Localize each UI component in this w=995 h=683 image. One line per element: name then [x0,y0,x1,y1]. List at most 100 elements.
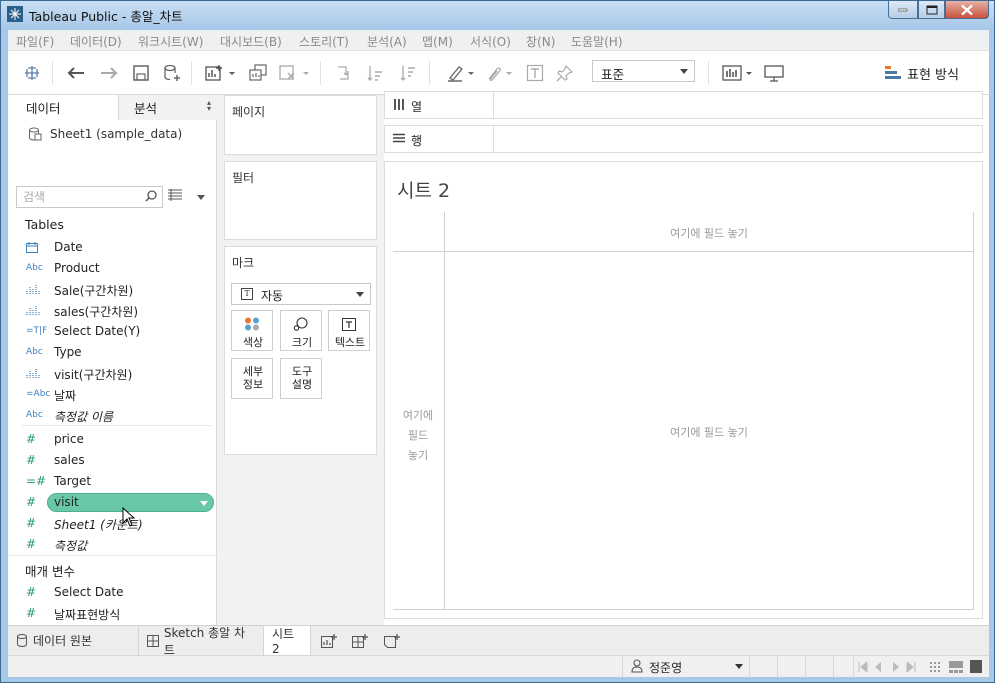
fit-dropdown[interactable]: 표준 [592,60,695,82]
sheet-navigation-icons[interactable] [858,662,918,672]
dimension-field[interactable]: =T|F Select Date(Y) [8,321,217,342]
tooltip-button[interactable]: 도구 설명 [280,358,322,399]
parameter-field[interactable]: # 날짜표현방식 [8,603,217,624]
close-button[interactable] [945,1,989,19]
dimension-field[interactable]: =Abc 날짜 [8,384,217,405]
presentation-icon[interactable] [762,61,786,85]
text-button[interactable]: 텍스트 [328,310,370,351]
field-search[interactable] [16,186,163,208]
menu-file[interactable]: 파일(F) [16,33,54,50]
pages-card[interactable]: 페이지 [224,95,377,155]
tab-datasource[interactable]: 데이터 원본 [8,626,139,655]
measure-field-label: sales [54,453,85,467]
menu-map[interactable]: 맵(M) [422,33,453,50]
field-type-icon: # [26,453,37,467]
dimension-field[interactable]: Sale(구간차원) [8,279,217,300]
sort-descending-icon[interactable] [397,61,421,85]
rows-shelf-label: 행 [385,126,494,152]
menu-story[interactable]: 스토리(T) [299,33,349,50]
parameter-field-label: Select Date [54,585,124,599]
drop-zone-rows[interactable]: 여기에 필드 놓기 [393,406,443,466]
label-icon[interactable] [523,61,547,85]
drop-zone-columns[interactable]: 여기에 필드 놓기 [445,225,973,241]
dimension-field[interactable]: Abc Product [8,258,217,279]
dimension-field[interactable]: Abc 측정값 이름 [8,405,217,426]
new-datasource-icon[interactable] [160,61,184,85]
columns-icon [394,99,404,110]
measure-field[interactable]: # price [8,429,217,450]
datasource-icon [17,634,27,647]
sort-ascending-icon[interactable] [364,61,388,85]
maximize-button[interactable] [918,1,945,19]
show-me-button[interactable]: 표현 방식 [885,63,959,83]
tab-sketch-bullet-chart[interactable]: Sketch 총알 차트 [139,626,264,657]
pin-icon[interactable] [553,61,577,85]
menu-dashboard[interactable]: 대시보드(B) [220,33,282,50]
worksheet-view[interactable]: 시트 2 여기에 필드 놓기 여기에 필드 놓기 여기에 필드 놓기 [384,161,983,619]
swap-icon[interactable] [332,61,356,85]
tableau-logo-icon[interactable] [20,61,44,85]
filters-card-title: 필터 [232,171,255,185]
columns-shelf[interactable]: 열 [384,91,983,119]
field-type-icon: Abc [26,347,43,357]
clear-sheet-icon[interactable] [278,61,312,85]
new-story-icon[interactable] [383,633,401,649]
datasource-item[interactable]: Sheet1 (sample_data) [28,125,182,143]
tab-sheet-2[interactable]: 시트 2 [264,626,311,656]
menu-format[interactable]: 서식(O) [470,33,511,50]
filmstrip-view-icon[interactable] [949,661,963,673]
duplicate-icon[interactable] [246,61,270,85]
dimension-field[interactable]: Abc Type [8,342,217,363]
redo-icon[interactable] [97,61,121,85]
new-dashboard-icon[interactable] [351,633,369,649]
pane-menu-icon[interactable] [197,195,205,200]
dimension-field[interactable]: Date [8,237,217,258]
highlight-icon[interactable] [446,61,478,85]
undo-icon[interactable] [64,61,88,85]
menu-analysis[interactable]: 분석(A) [367,33,407,50]
menu-worksheet[interactable]: 워크시트(W) [138,33,203,50]
show-cards-icon[interactable] [721,61,755,85]
detail-label: 세부 정보 [242,365,264,391]
grid-view-icon[interactable] [929,661,941,673]
filters-card[interactable]: 필터 [224,161,377,240]
new-worksheet-icon[interactable] [320,633,338,649]
minimize-button[interactable] [888,1,918,19]
measure-field[interactable]: =# Target [8,471,217,492]
sheet-title[interactable]: 시트 2 [397,176,450,203]
show-me-icon [885,66,901,79]
list-view-icon[interactable] [168,189,182,201]
datasource-label: Sheet1 (sample_data) [50,127,183,141]
measure-field-label: visit [54,495,79,509]
toolbar-separator [429,61,430,85]
measure-field[interactable]: # sales [8,450,217,471]
measure-field[interactable]: # Sheet1 (카운트) [8,513,217,534]
dimension-field[interactable]: sales(구간차원) [8,300,217,321]
drop-zone-center[interactable]: 여기에 필드 놓기 [445,424,973,440]
color-button[interactable]: 색상 [231,310,273,351]
size-button[interactable]: 크기 [280,310,322,351]
parameter-field[interactable]: # Select Date [8,582,217,603]
search-input[interactable] [23,189,138,205]
chevron-down-icon[interactable] [200,501,208,506]
new-worksheet-icon[interactable] [204,61,238,85]
save-icon[interactable] [129,61,153,85]
measure-field[interactable]: # visit [8,492,217,513]
title-bar[interactable]: Tableau Public - 총알_차트 [1,1,994,28]
group-icon[interactable] [483,61,515,85]
rows-shelf[interactable]: 행 [384,125,983,153]
mark-type-dropdown[interactable]: T 자동 [231,283,371,305]
menu-data[interactable]: 데이터(D) [70,33,122,50]
dimension-field[interactable]: visit(구간차원) [8,363,217,384]
menu-help[interactable]: 도움말(H) [571,33,623,50]
tab-data[interactable]: 데이터 [8,95,119,120]
tabs-view-icon[interactable] [970,660,982,673]
measure-field[interactable]: # 측정값 [8,534,217,555]
menu-window[interactable]: 창(N) [526,33,555,50]
detail-button[interactable]: 세부 정보 [231,358,273,399]
color-label: 색상 [242,336,264,349]
dimension-field-label: Date [54,240,83,254]
rows-label: 행 [411,134,423,148]
user-menu[interactable]: 정준영 [622,656,750,677]
tab-analysis[interactable]: 분석 ▴ ▾ [119,95,217,120]
